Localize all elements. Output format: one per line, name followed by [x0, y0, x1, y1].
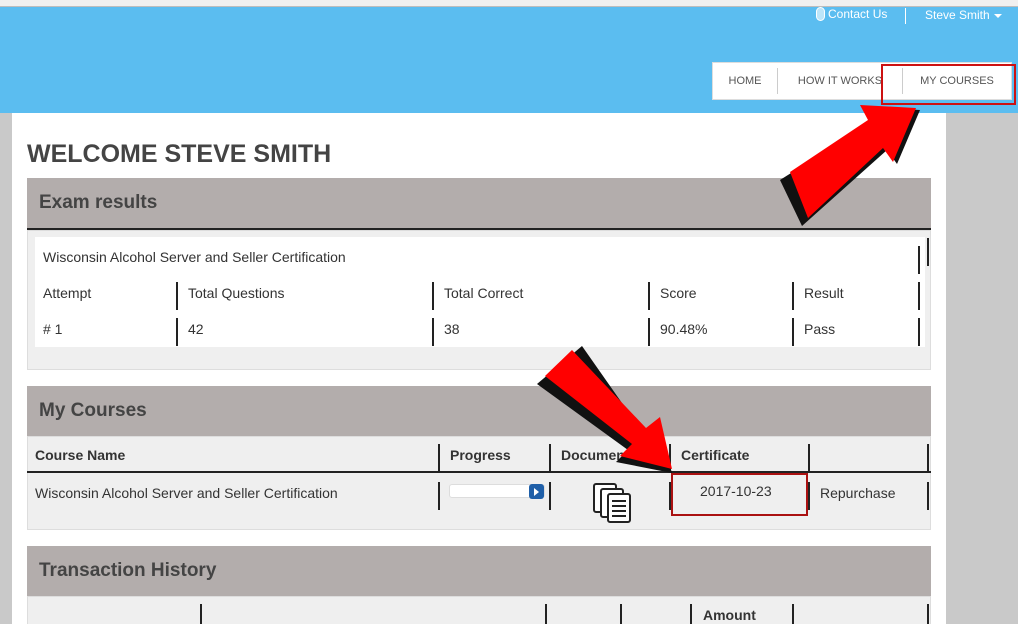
- mouse-icon: [816, 7, 825, 21]
- transactions-col-amount: Amount: [703, 607, 756, 623]
- table-divider: [176, 318, 178, 346]
- user-menu[interactable]: Steve Smith: [925, 8, 1002, 22]
- table-divider: [200, 604, 202, 624]
- table-divider: [549, 444, 551, 472]
- my-courses-highlight-box: [881, 64, 1016, 105]
- table-divider: [176, 282, 178, 310]
- exam-col-total-correct: Total Correct: [444, 285, 524, 301]
- table-divider: [545, 604, 547, 624]
- courses-col-certificate: Certificate: [681, 447, 750, 463]
- table-divider: [808, 444, 810, 472]
- certificate-highlight-box: [671, 473, 808, 516]
- repurchase-link[interactable]: Repurchase: [820, 485, 896, 501]
- table-divider: [918, 318, 920, 346]
- exam-results-title: Exam results: [39, 192, 158, 213]
- table-divider: [808, 482, 810, 510]
- table-divider: [648, 282, 650, 310]
- table-divider: [432, 282, 434, 310]
- exam-col-attempt: Attempt: [43, 285, 92, 301]
- exam-col-result: Result: [804, 285, 844, 301]
- page-title: WELCOME STEVE SMITH: [27, 140, 332, 168]
- contact-us-link[interactable]: Contact Us: [816, 7, 887, 21]
- exam-cell-total-correct: 38: [444, 321, 460, 337]
- course-name-cell: Wisconsin Alcohol Server and Seller Cert…: [35, 485, 338, 501]
- user-name: Steve Smith: [925, 8, 990, 22]
- table-divider: [792, 282, 794, 310]
- course-progress-bar: [449, 484, 545, 499]
- courses-col-documents: Documents: [561, 447, 631, 463]
- table-divider: [438, 482, 440, 510]
- exam-cell-result: Pass: [804, 321, 836, 337]
- my-courses-title: My Courses: [39, 400, 147, 421]
- exam-col-score: Score: [660, 285, 697, 301]
- exam-cell-attempt: # 1: [43, 321, 63, 337]
- documents-icon[interactable]: [592, 482, 634, 524]
- table-divider: [792, 604, 794, 624]
- header-separator: [905, 8, 906, 24]
- table-divider: [927, 604, 929, 624]
- nav-home[interactable]: HOME: [713, 63, 777, 99]
- table-divider: [918, 282, 920, 310]
- table-divider: [792, 318, 794, 346]
- caret-down-icon: [993, 13, 1002, 18]
- courses-col-progress: Progress: [450, 447, 511, 463]
- table-divider: [648, 318, 650, 346]
- exam-course-name: Wisconsin Alcohol Server and Seller Cert…: [43, 249, 346, 265]
- exam-col-total-questions: Total Questions: [188, 285, 285, 301]
- exam-cell-score: 90.48%: [660, 321, 708, 337]
- exam-results-header: Exam results: [27, 178, 931, 228]
- transaction-history-title: Transaction History: [39, 560, 217, 581]
- play-icon[interactable]: [529, 484, 544, 499]
- courses-col-name: Course Name: [35, 447, 126, 463]
- exam-cell-total-questions: 42: [188, 321, 204, 337]
- right-gutter: [946, 113, 1018, 624]
- table-divider: [927, 238, 929, 266]
- table-divider: [669, 444, 671, 472]
- window-top-edge: [0, 0, 1018, 7]
- transaction-history-header: Transaction History: [27, 546, 931, 596]
- table-divider: [620, 604, 622, 624]
- table-divider: [927, 482, 929, 510]
- contact-us-label: Contact Us: [828, 7, 888, 21]
- table-divider: [549, 482, 551, 510]
- table-divider: [690, 604, 692, 624]
- transaction-history-panel: [27, 596, 931, 624]
- table-divider: [432, 318, 434, 346]
- table-divider: [927, 444, 929, 472]
- table-divider: [438, 444, 440, 472]
- table-divider: [918, 246, 920, 274]
- my-courses-header: My Courses: [27, 386, 931, 436]
